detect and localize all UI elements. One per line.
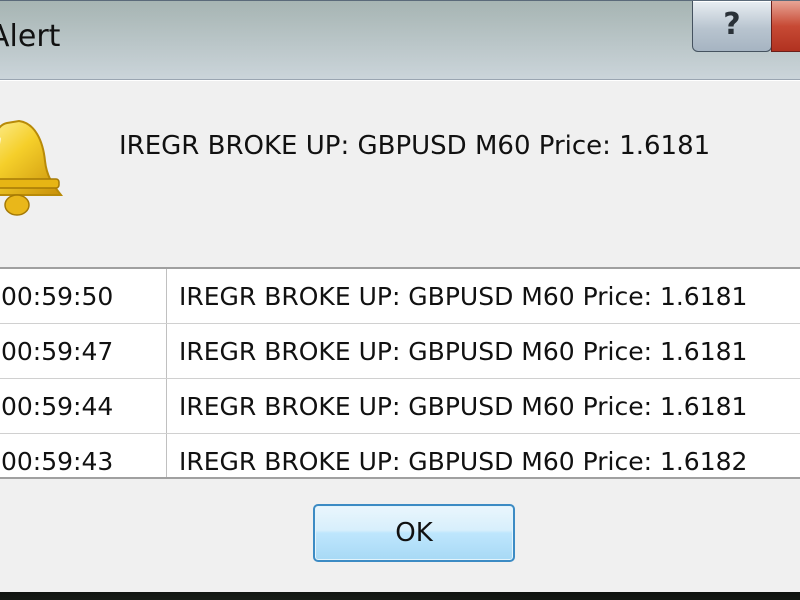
help-button[interactable]: ? <box>692 1 772 52</box>
ok-button[interactable]: OK <box>313 504 515 562</box>
column-separator <box>166 379 167 433</box>
row-time: 00:59:50 <box>1 282 114 311</box>
bell-icon <box>0 119 64 216</box>
table-row[interactable]: 00:59:43 IREGR BROKE UP: GBPUSD M60 Pric… <box>0 434 800 477</box>
dialog-body: IREGR BROKE UP: GBPUSD M60 Price: 1.6181… <box>0 80 800 592</box>
row-message: IREGR BROKE UP: GBPUSD M60 Price: 1.6182 <box>179 447 748 476</box>
alert-history-list[interactable]: 00:59:50 IREGR BROKE UP: GBPUSD M60 Pric… <box>0 267 800 479</box>
column-separator <box>166 324 167 378</box>
row-message: IREGR BROKE UP: GBPUSD M60 Price: 1.6181 <box>179 282 748 311</box>
row-time: 00:59:43 <box>1 447 114 476</box>
window-title: Alert <box>0 19 61 54</box>
table-row[interactable]: 00:59:47 IREGR BROKE UP: GBPUSD M60 Pric… <box>0 324 800 379</box>
row-time: 00:59:44 <box>1 392 114 421</box>
alert-message: IREGR BROKE UP: GBPUSD M60 Price: 1.6181 <box>119 131 711 161</box>
title-bar[interactable]: Alert ? <box>0 1 800 80</box>
close-button[interactable] <box>771 1 800 52</box>
row-message: IREGR BROKE UP: GBPUSD M60 Price: 1.6181 <box>179 337 748 366</box>
row-message: IREGR BROKE UP: GBPUSD M60 Price: 1.6181 <box>179 392 748 421</box>
row-time: 00:59:47 <box>1 337 114 366</box>
column-separator <box>166 269 167 323</box>
table-row[interactable]: 00:59:44 IREGR BROKE UP: GBPUSD M60 Pric… <box>0 379 800 434</box>
table-row[interactable]: 00:59:50 IREGR BROKE UP: GBPUSD M60 Pric… <box>0 269 800 324</box>
column-separator <box>166 434 167 477</box>
alert-dialog: Alert ? IREGR BROKE UP: GBPUSD M60 Price… <box>0 0 800 592</box>
